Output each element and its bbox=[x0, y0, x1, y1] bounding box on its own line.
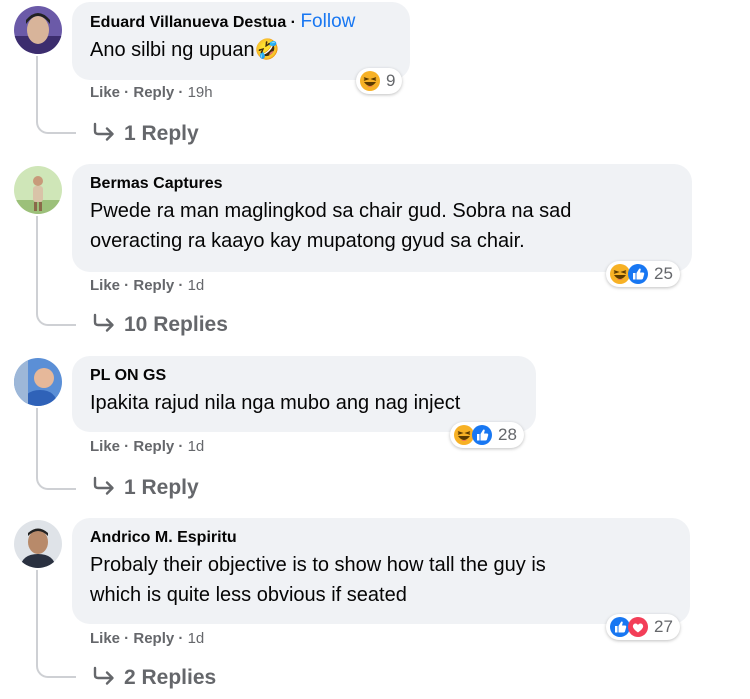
author-name[interactable]: Eduard Villanueva Destua bbox=[90, 14, 286, 31]
follow-button[interactable]: Follow bbox=[300, 11, 355, 32]
timestamp[interactable]: 1d bbox=[188, 438, 205, 455]
reaction-count: 28 bbox=[498, 425, 517, 444]
replies-label: 1 Reply bbox=[124, 476, 199, 499]
thread-connector bbox=[36, 474, 76, 490]
reaction-count: 25 bbox=[654, 264, 673, 283]
reply-arrow-icon bbox=[93, 666, 114, 685]
timestamp[interactable]: 19h bbox=[188, 84, 213, 101]
comment-bubble: Andrico M. Espiritu Probaly their object… bbox=[72, 518, 690, 624]
comment-text: Probaly their objective is to show how t… bbox=[90, 554, 546, 606]
reaction-summary[interactable]: 28 bbox=[450, 422, 524, 448]
love-icon bbox=[627, 616, 649, 638]
reply-arrow-icon bbox=[93, 313, 114, 332]
reply-button[interactable]: Reply bbox=[133, 438, 174, 455]
replies-label: 2 Replies bbox=[124, 666, 217, 689]
avatar[interactable] bbox=[14, 358, 62, 406]
comment-text: Ipakita rajud nila nga mubo ang nag inje… bbox=[90, 392, 461, 414]
thread-connector bbox=[36, 310, 76, 326]
like-button[interactable]: Like bbox=[90, 438, 120, 455]
view-replies-button[interactable]: 10 Replies bbox=[92, 313, 228, 337]
comment-text: Pwede ra man maglingkod sa chair gud. So… bbox=[90, 200, 572, 252]
reaction-count: 9 bbox=[386, 71, 396, 90]
reaction-summary[interactable]: 25 bbox=[606, 261, 680, 287]
separator-dot: · bbox=[290, 14, 296, 31]
reply-arrow-icon bbox=[93, 122, 114, 141]
reply-arrow-icon bbox=[93, 476, 114, 495]
like-button[interactable]: Like bbox=[90, 277, 120, 294]
reply-button[interactable]: Reply bbox=[133, 277, 174, 294]
thread-line bbox=[36, 56, 38, 122]
comment-actions: Like · Reply · 1d bbox=[90, 438, 205, 455]
view-replies-button[interactable]: 1 Reply bbox=[92, 476, 199, 500]
comment-bubble: Eduard Villanueva Destua · Follow Ano si… bbox=[72, 2, 410, 80]
comment-text: Ano silbi ng upuan🤣 bbox=[90, 39, 280, 61]
comment-actions: Like · Reply · 1d bbox=[90, 277, 205, 294]
view-replies-button[interactable]: 1 Reply bbox=[92, 122, 199, 146]
reply-button[interactable]: Reply bbox=[133, 630, 174, 647]
reaction-summary[interactable]: 9 bbox=[356, 68, 403, 94]
reaction-count: 27 bbox=[654, 617, 673, 636]
avatar[interactable] bbox=[14, 520, 62, 568]
author-name[interactable]: Bermas Captures bbox=[90, 174, 674, 194]
comment-bubble: Bermas Captures Pwede ra man maglingkod … bbox=[72, 164, 692, 272]
replies-label: 10 Replies bbox=[124, 313, 228, 336]
author-name[interactable]: Andrico M. Espiritu bbox=[90, 528, 672, 548]
timestamp[interactable]: 1d bbox=[188, 277, 205, 294]
thread-connector bbox=[36, 118, 76, 134]
like-icon bbox=[471, 424, 493, 446]
reaction-summary[interactable]: 27 bbox=[606, 614, 680, 640]
avatar[interactable] bbox=[14, 166, 62, 214]
timestamp[interactable]: 1d bbox=[188, 630, 205, 647]
comment-bubble: PL ON GS Ipakita rajud nila nga mubo ang… bbox=[72, 356, 536, 432]
haha-icon bbox=[359, 70, 381, 92]
thread-line bbox=[36, 216, 38, 314]
view-replies-button[interactable]: 2 Replies bbox=[92, 666, 216, 690]
replies-label: 1 Reply bbox=[124, 122, 199, 145]
thread-line bbox=[36, 408, 38, 474]
comment-actions: Like · Reply · 1d bbox=[90, 630, 205, 647]
like-icon bbox=[627, 263, 649, 285]
like-button[interactable]: Like bbox=[90, 630, 120, 647]
comment-actions: Like · Reply · 19h bbox=[90, 84, 213, 101]
reply-button[interactable]: Reply bbox=[133, 84, 174, 101]
thread-connector bbox=[36, 662, 76, 678]
thread-line bbox=[36, 570, 38, 666]
author-name[interactable]: PL ON GS bbox=[90, 366, 518, 386]
avatar[interactable] bbox=[14, 6, 62, 54]
like-button[interactable]: Like bbox=[90, 84, 120, 101]
